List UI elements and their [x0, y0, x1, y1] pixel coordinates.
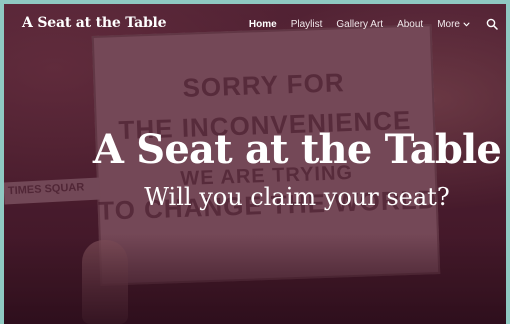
search-icon[interactable]	[486, 18, 498, 30]
nav-item-more[interactable]: More	[437, 19, 470, 30]
hero-subtitle: Will you claim your seat?	[144, 183, 450, 211]
nav-item-home[interactable]: Home	[249, 19, 277, 30]
site-header: A Seat at the Table Home Playlist Galler…	[4, 4, 506, 48]
chevron-down-icon	[463, 22, 470, 26]
main-nav: Home Playlist Gallery Art About More	[249, 18, 498, 30]
site-title[interactable]: A Seat at the Table	[22, 15, 167, 31]
nav-item-playlist[interactable]: Playlist	[291, 19, 323, 30]
hero-title: A Seat at the Table	[92, 126, 502, 173]
nav-item-about[interactable]: About	[397, 19, 423, 30]
nav-more-label: More	[437, 18, 460, 30]
nav-item-gallery-art[interactable]: Gallery Art	[336, 19, 383, 30]
page-frame: SORRY FOR THE INCONVENIENCE WE ARE TRYIN…	[4, 4, 506, 324]
